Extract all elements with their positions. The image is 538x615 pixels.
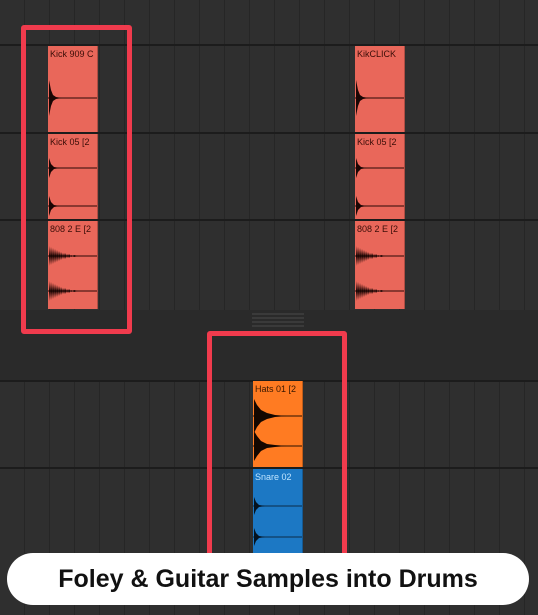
waveform-icon (355, 158, 404, 216)
caption-banner: Foley & Guitar Samples into Drums (7, 553, 529, 605)
clip-kick-05-right[interactable]: Kick 05 [2 (355, 134, 405, 219)
waveform-icon (355, 246, 404, 301)
waveform-icon (355, 80, 404, 116)
resize-handle[interactable] (252, 313, 304, 327)
clip-kikclick[interactable]: KikCLICK (355, 46, 405, 132)
highlight-box-kicks (21, 25, 132, 334)
highlight-box-hats-snare (207, 331, 347, 571)
clip-808-2e-right[interactable]: 808 2 E [2 (355, 221, 405, 309)
